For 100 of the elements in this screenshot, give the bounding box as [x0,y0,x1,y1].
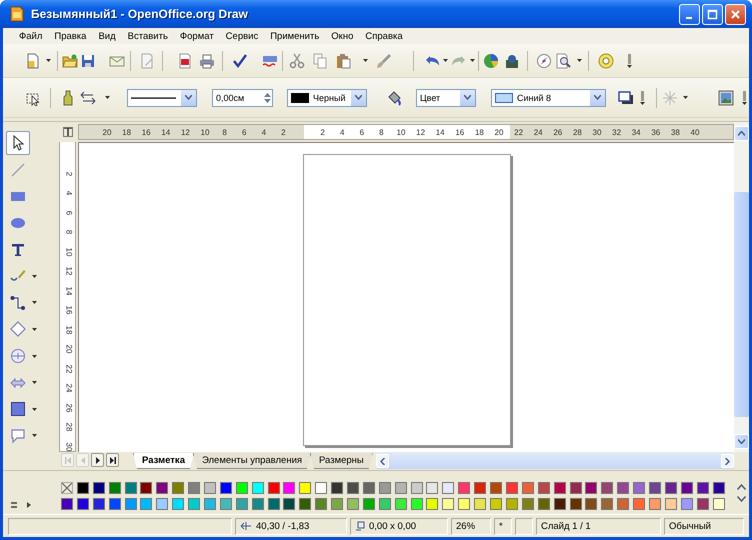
color-swatch[interactable] [664,482,677,494]
color-swatch[interactable] [140,498,152,510]
printer-icon[interactable] [199,52,215,68]
document-export-icon[interactable] [177,52,193,68]
cursor-icon[interactable] [6,131,30,156]
maximize-button[interactable] [702,4,723,24]
no-fill-icon[interactable] [61,482,73,494]
color-swatch[interactable] [268,498,280,510]
color-swatch[interactable] [458,482,470,494]
color-swatch[interactable] [299,498,312,510]
close-icon[interactable] [730,8,741,20]
caret-icon[interactable] [46,59,51,62]
text-tool-icon[interactable] [10,242,26,258]
color-swatch[interactable] [474,482,486,494]
overflow-handle-icon[interactable] [627,54,632,68]
color-swatch[interactable] [299,482,312,494]
color-swatch[interactable] [124,482,137,494]
scroll-down-button[interactable] [734,434,749,449]
color-swatch[interactable] [124,498,137,510]
pie-chart-icon[interactable] [483,52,499,68]
line-width-field[interactable]: 0,00см [212,88,273,106]
color-swatch[interactable] [220,498,232,510]
color-swatch[interactable] [648,498,661,510]
color-swatch[interactable] [315,498,328,510]
color-swatch[interactable] [506,498,518,510]
diamond-icon[interactable] [10,321,26,338]
sheet-tab[interactable]: Разметка [133,453,194,469]
arrows-icon[interactable] [80,90,96,106]
color-swatch[interactable] [347,482,360,494]
chevron-up-icon[interactable] [738,131,745,136]
color-swatch[interactable] [188,498,200,510]
vertical-scrollbar[interactable] [734,122,749,452]
horizontal-scrollbar[interactable] [376,453,734,469]
overflow-handle-icon[interactable] [742,90,747,104]
color-swatch[interactable] [331,482,344,494]
color-swatch[interactable] [617,482,630,494]
color-swatch[interactable] [410,498,423,510]
speech-bubble-icon[interactable] [10,428,26,444]
caret-icon[interactable] [32,274,37,278]
menu-item[interactable]: Применить [264,30,326,42]
color-swatch[interactable] [156,498,168,510]
menu-item[interactable]: Формат [174,30,220,42]
square-icon[interactable] [10,401,26,418]
color-swatch[interactable] [283,482,296,494]
color-swatch[interactable] [522,482,534,494]
color-swatch[interactable] [490,482,502,494]
color-swatch[interactable] [76,482,89,494]
color-swatch[interactable] [522,498,534,510]
color-swatch[interactable] [378,498,391,510]
chevron-down-icon[interactable] [738,439,745,444]
color-swatch[interactable] [585,482,598,494]
paint-bucket-icon[interactable] [386,90,402,106]
paintbrush-icon[interactable] [376,52,392,68]
color-swatch[interactable] [331,498,344,510]
color-swatch[interactable] [712,482,725,494]
scroll-down-icon[interactable] [737,496,746,502]
caret-icon[interactable] [32,354,37,358]
color-swatch[interactable] [394,482,407,494]
caret-icon[interactable] [683,96,688,99]
connector-icon[interactable] [10,294,26,311]
shadow-icon[interactable] [618,90,634,106]
color-swatch[interactable] [458,498,470,510]
caret-icon[interactable] [105,96,110,99]
close-button[interactable] [725,4,746,24]
color-swatch[interactable] [506,482,518,494]
color-swatch[interactable] [236,498,248,510]
framed-image-icon[interactable] [718,90,734,106]
right-triangle-icon[interactable] [110,456,116,464]
color-swatch[interactable] [538,498,550,510]
color-swatch[interactable] [474,498,486,510]
color-swatch[interactable] [156,482,168,494]
color-swatch[interactable] [220,482,232,494]
compass-icon[interactable] [536,52,552,68]
document-icon[interactable] [25,52,41,68]
color-swatch[interactable] [362,482,375,494]
scroll-up-icon[interactable] [737,484,746,490]
color-swatch[interactable] [378,482,391,494]
color-swatch[interactable] [617,498,630,510]
caret-icon[interactable] [32,408,37,411]
menu-item[interactable]: Правка [48,30,92,42]
grip-icon[interactable] [11,502,17,508]
color-swatch[interactable] [426,482,438,494]
color-swatch[interactable] [442,498,454,510]
scroll-right-button[interactable] [721,454,734,468]
color-swatch[interactable] [108,498,121,510]
caret-icon[interactable] [27,502,31,508]
color-swatch[interactable] [92,482,105,494]
color-swatch[interactable] [585,498,598,510]
color-swatch[interactable] [347,498,360,510]
area-style-dropdown[interactable]: Цвет [416,88,476,106]
color-swatch[interactable] [680,482,693,494]
sheet-nav-button[interactable] [106,453,119,467]
spellcheck-icon[interactable] [232,52,248,68]
chevron-right-icon[interactable] [725,458,730,464]
color-swatch[interactable] [236,482,248,494]
color-swatch[interactable] [696,498,709,510]
color-swatch[interactable] [426,498,438,510]
color-swatch[interactable] [442,482,454,494]
sheet-nav-button[interactable] [91,453,104,467]
scroll-left-button[interactable] [376,454,389,468]
